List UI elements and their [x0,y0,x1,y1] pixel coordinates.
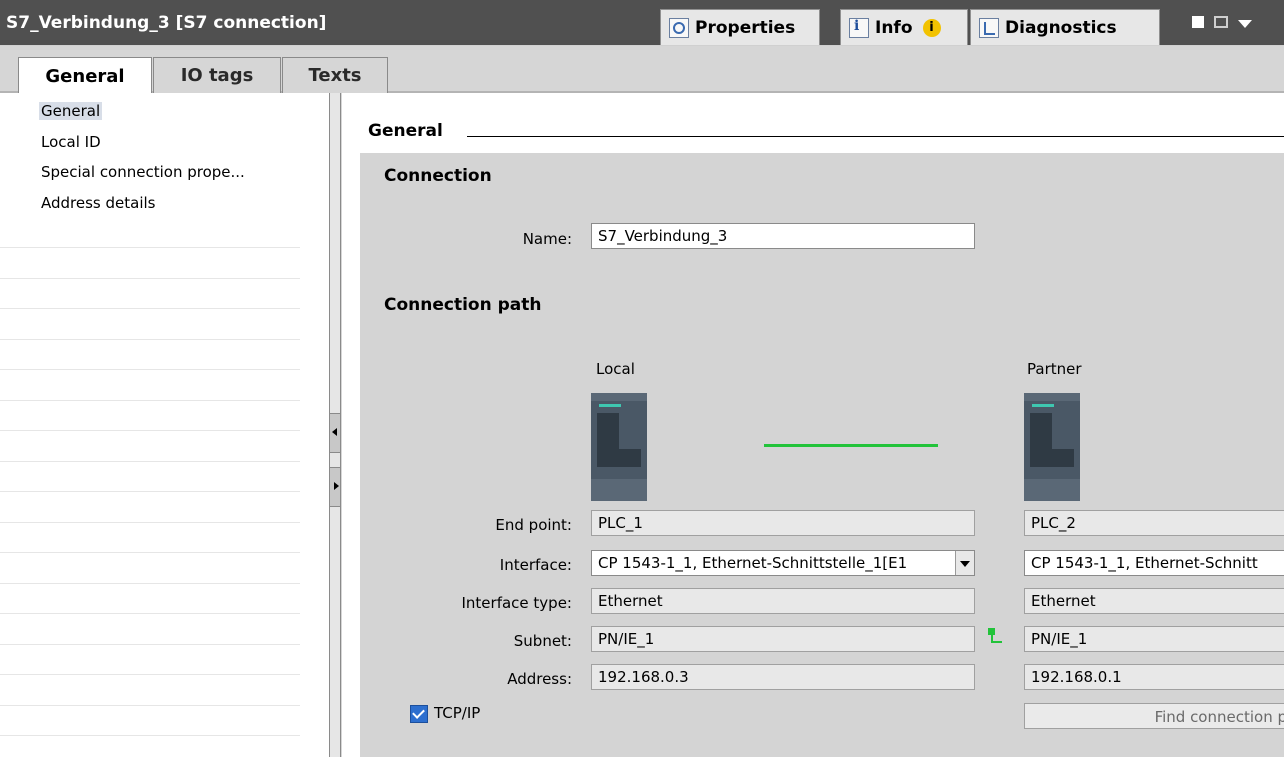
connection-heading: Connection [384,166,492,186]
divider [0,552,300,553]
subnet-link-icon [988,628,1002,644]
layout-icon[interactable] [1214,16,1228,28]
connection-path-heading: Connection path [384,295,542,315]
local-interface-select[interactable]: CP 1543-1_1, Ethernet-Schnittstelle_1[E1 [591,550,975,576]
window-title: S7_Verbindung_3 [S7 connection] [6,13,327,33]
properties-icon [669,17,689,38]
collapse-left-button[interactable] [329,413,341,453]
partner-plc-icon [1024,393,1080,501]
float-window-icon[interactable] [1192,16,1204,28]
partner-label: Partner [1027,360,1082,378]
divider [0,461,300,462]
tab-properties-label: Properties [695,17,796,38]
chevron-down-icon[interactable] [1238,20,1252,28]
divider [0,430,300,431]
divider [0,613,300,614]
divider [0,308,300,309]
tab-diagnostics[interactable]: Diagnostics [970,9,1160,45]
connection-line [764,444,938,447]
interface-label: Interface: [499,556,572,574]
local-interface-type-field: Ethernet [591,588,975,614]
tab-info[interactable]: Info i [840,9,968,45]
subtab-bar: General IO tags Texts [0,46,1284,95]
local-address-field: 192.168.0.3 [591,664,975,690]
find-connection-partner-button[interactable]: Find connection p [1024,703,1284,729]
subtab-io-tags[interactable]: IO tags [153,57,281,93]
partner-subnet-field: PN/IE_1 [1024,626,1284,652]
sidebar-item-general[interactable]: General [39,102,103,120]
tcpip-label: TCP/IP [434,704,481,722]
name-input[interactable]: S7_Verbindung_3 [591,223,975,249]
end-point-label: End point: [495,516,572,534]
diagnostics-icon [979,17,999,38]
partner-end-point-field: PLC_2 [1024,510,1284,536]
sidebar-item-address-details[interactable]: Address details [39,194,157,212]
divider [0,735,300,736]
divider [0,644,300,645]
subtab-general[interactable]: General [18,57,152,95]
local-interface-value: CP 1543-1_1, Ethernet-Schnittstelle_1[E1 [598,554,908,572]
partner-address-field: 192.168.0.1 [1024,664,1284,690]
divider [0,278,300,279]
info-icon [849,17,869,38]
section-rule [467,136,1284,137]
expand-right-button[interactable] [329,467,341,507]
sidebar: General Local ID Special connection prop… [0,93,301,757]
interface-type-label: Interface type: [461,594,573,612]
inspector-titlebar: S7_Verbindung_3 [S7 connection] Properti… [0,0,1284,46]
sidebar-item-special-connection[interactable]: Special connection prope... [39,163,247,181]
divider [0,705,300,706]
divider [0,491,300,492]
partner-interface-type-field: Ethernet [1024,588,1284,614]
tcpip-checkbox[interactable] [410,705,428,723]
divider [0,369,300,370]
local-subnet-field: PN/IE_1 [591,626,975,652]
chevron-down-icon[interactable] [955,551,974,575]
tab-diagnostics-label: Diagnostics [1005,17,1117,38]
name-label: Name: [522,230,572,248]
local-label: Local [596,360,635,378]
tab-info-label: Info [875,17,913,38]
divider [0,522,300,523]
divider [0,247,300,248]
divider [0,674,300,675]
tab-properties[interactable]: Properties [660,9,820,45]
subnet-label: Subnet: [513,632,572,650]
partner-interface-field[interactable]: CP 1543-1_1, Ethernet-Schnitt [1024,550,1284,576]
local-end-point-field: PLC_1 [591,510,975,536]
subtab-texts[interactable]: Texts [282,57,388,93]
divider [0,339,300,340]
local-plc-icon [591,393,647,501]
divider [0,583,300,584]
section-title: General [368,121,443,141]
splitter-area [300,93,330,757]
sidebar-item-local-id[interactable]: Local ID [39,133,103,151]
address-label: Address: [507,670,572,688]
divider [0,400,300,401]
info-badge-icon: i [922,18,941,37]
window-controls [1192,14,1272,32]
